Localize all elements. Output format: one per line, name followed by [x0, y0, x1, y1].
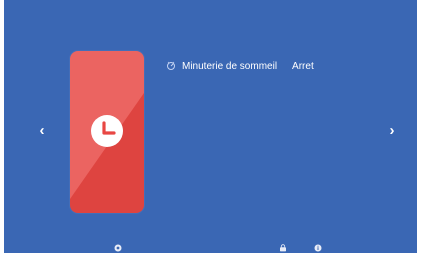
sleep-timer-label: Minuterie de sommeil	[182, 60, 278, 72]
settings-icon[interactable]	[114, 244, 122, 252]
sleep-timer-value[interactable]: Arret	[292, 61, 314, 72]
sleep-timer-card[interactable]	[70, 51, 144, 213]
previous-arrow-button[interactable]: ‹	[35, 122, 49, 140]
lock-icon[interactable]	[279, 244, 287, 252]
sleep-timer-setting[interactable]: Minuterie de sommeil Arret	[166, 58, 314, 74]
clock-icon	[91, 115, 123, 147]
next-arrow-button[interactable]: ›	[385, 122, 399, 140]
info-icon[interactable]	[314, 244, 322, 252]
sleep-timer-icon	[167, 61, 175, 70]
main-screen: ‹ Minuterie de sommeil Arret ›	[4, 0, 417, 253]
